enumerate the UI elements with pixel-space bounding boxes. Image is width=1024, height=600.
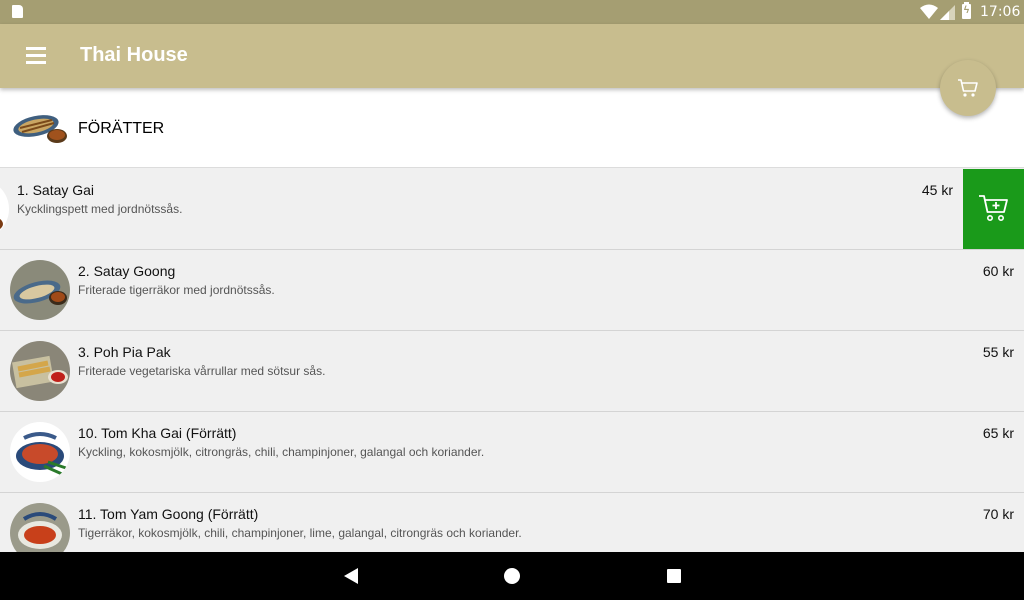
dish-image: [0, 179, 9, 239]
menu-list: 1. Satay Gai Kycklingspett med jordnötss…: [0, 169, 1024, 552]
item-description: Kycklingspett med jordnötssås.: [17, 202, 183, 216]
back-icon[interactable]: [340, 564, 364, 588]
status-bar: ϟ 17:06: [0, 0, 1024, 24]
battery-icon: ϟ: [962, 2, 971, 19]
dish-image: [10, 260, 70, 320]
status-time: 17:06: [980, 4, 1021, 20]
cart-button[interactable]: [940, 60, 996, 116]
list-item[interactable]: 3. Poh Pia Pak Friterade vegetariska vår…: [0, 331, 1024, 412]
signal-icon: [940, 5, 955, 20]
add-to-cart-button[interactable]: [963, 169, 1024, 249]
category-header: FÖRÄTTER: [0, 88, 1024, 168]
item-name: 1. Satay Gai: [17, 182, 95, 198]
app-title: Thai House: [80, 44, 188, 66]
item-name: 2. Satay Goong: [78, 263, 176, 279]
wifi-icon: [920, 4, 938, 19]
category-image: [13, 115, 67, 143]
category-title: FÖRÄTTER: [78, 120, 165, 137]
list-item[interactable]: 1. Satay Gai Kycklingspett med jordnötss…: [0, 169, 1024, 250]
list-item[interactable]: 2. Satay Goong Friterade tigerräkor med …: [0, 250, 1024, 331]
item-price: 70 kr: [982, 506, 1014, 522]
item-name: 3. Poh Pia Pak: [78, 344, 171, 360]
item-price: 65 kr: [982, 425, 1014, 441]
item-description: Kyckling, kokosmjölk, citrongräs, chili,…: [78, 445, 485, 459]
recent-apps-icon[interactable]: [662, 564, 686, 588]
item-name: 10. Tom Kha Gai (Förrätt): [78, 425, 237, 441]
home-icon[interactable]: [500, 564, 524, 588]
list-item[interactable]: 10. Tom Kha Gai (Förrätt) Kyckling, koko…: [0, 412, 1024, 493]
menu-button[interactable]: [18, 38, 54, 74]
app-bar: Thai House: [0, 24, 1024, 88]
navigation-bar: [0, 552, 1024, 600]
item-name: 11. Tom Yam Goong (Förrätt): [78, 506, 259, 522]
sd-card-icon: [12, 5, 23, 18]
item-description: Friterade vegetariska vårrullar med söts…: [78, 364, 326, 378]
item-description: Tigerräkor, kokosmjölk, chili, champinjo…: [78, 526, 522, 540]
list-item[interactable]: 11. Tom Yam Goong (Förrätt) Tigerräkor, …: [0, 493, 1024, 552]
dish-image: [10, 422, 70, 482]
cart-icon: [958, 79, 978, 97]
item-price: 55 kr: [982, 344, 1014, 360]
item-description: Friterade tigerräkor med jordnötssås.: [78, 283, 275, 297]
cart-plus-icon: [979, 195, 1008, 221]
item-price: 45 kr: [921, 182, 953, 198]
dish-image: [10, 341, 70, 401]
dish-image: [10, 503, 70, 552]
hamburger-icon: [26, 47, 46, 50]
item-price: 60 kr: [982, 263, 1014, 279]
